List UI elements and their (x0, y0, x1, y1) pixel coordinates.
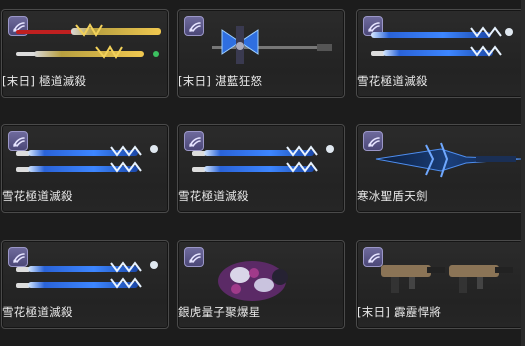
item-label: 寒冰聖盾天劍 (357, 189, 428, 203)
item-card[interactable]: 雪花極道滅殺 (356, 9, 524, 98)
quantum-grenade-icon (218, 261, 288, 301)
double-axe-staff-icon (212, 26, 332, 64)
item-card[interactable]: 雪花極道滅殺 (1, 240, 169, 329)
dual-blue-blade-icon (16, 145, 158, 173)
weapon-grid: [末日] 極道滅殺 [末日] 湛藍狂怒 雪花極道滅殺 雪花極道滅殺 雪花極道滅殺… (0, 0, 525, 346)
item-label: 雪花極道滅殺 (357, 74, 428, 88)
item-card[interactable]: [末日] 極道滅殺 (1, 9, 169, 98)
ice-greatsword-icon (375, 142, 521, 178)
item-card[interactable]: [末日] 霹靂悍將 (356, 240, 524, 329)
item-label: 雪花極道滅殺 (2, 189, 73, 203)
item-label: 銀虎量子聚爆星 (178, 305, 261, 319)
item-card[interactable]: 雪花極道滅殺 (1, 124, 169, 213)
item-label: 雪花極道滅殺 (178, 189, 249, 203)
item-card[interactable]: 雪花極道滅殺 (177, 124, 345, 213)
item-label: 雪花極道滅殺 (2, 305, 73, 319)
dual-blue-blade-icon (371, 26, 513, 57)
item-card[interactable]: [末日] 湛藍狂怒 (177, 9, 345, 98)
scrollbar[interactable] (521, 0, 525, 346)
item-label: [末日] 霹靂悍將 (357, 305, 442, 319)
dual-blue-blade-icon (192, 145, 334, 173)
dual-gold-blade-icon (16, 23, 161, 59)
item-label: [末日] 極道滅殺 (2, 74, 87, 88)
item-label: [末日] 湛藍狂怒 (178, 74, 263, 88)
item-card[interactable]: 寒冰聖盾天劍 (356, 124, 524, 213)
item-card[interactable]: 銀虎量子聚爆星 (177, 240, 345, 329)
dual-smg-icon (381, 265, 513, 293)
dual-blue-blade-icon (16, 261, 158, 289)
